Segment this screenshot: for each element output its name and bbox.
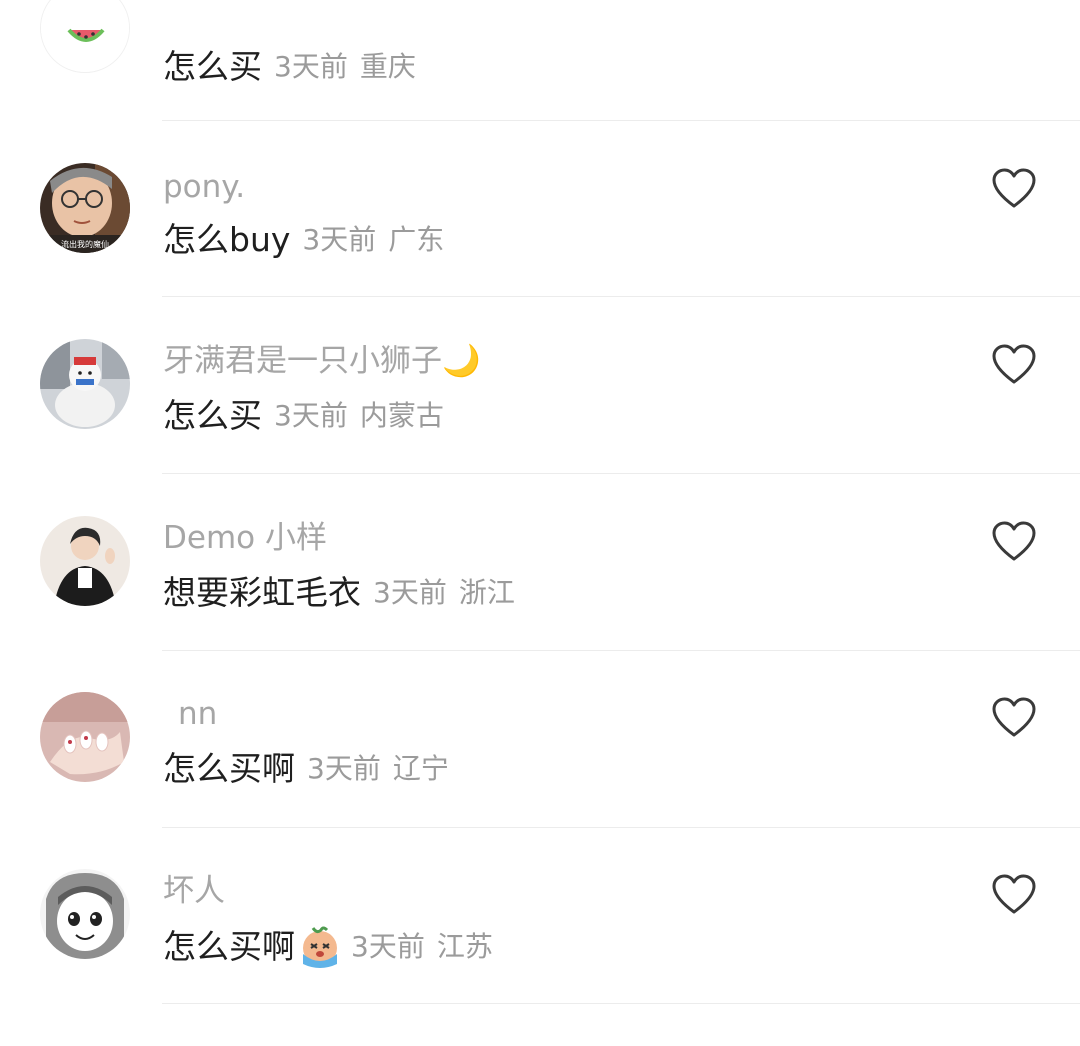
crying-face-emoji: [297, 924, 343, 970]
divider: [162, 1003, 1080, 1004]
comment-text-row: 想要彩虹毛衣 3天前 浙江: [163, 571, 515, 615]
comment-content: 怎么买: [163, 47, 262, 86]
comment-item[interactable]: 流出我的魔仙 pony. 怎么buy 3天前 广东: [0, 163, 1080, 340]
comment-meta: 3天前 江苏: [351, 925, 493, 969]
comment-meta: 3天前 重庆: [274, 45, 416, 89]
comment-time: 3天前: [307, 752, 381, 785]
comment-location: 辽宁: [392, 752, 449, 785]
comment-time: 3天前: [302, 223, 377, 256]
comment-username[interactable]: pony.: [163, 165, 245, 209]
comment-text-row: 怎么买 3天前 内蒙古: [163, 394, 444, 438]
comment-content: 怎么买啊: [163, 927, 295, 966]
watermelon-avatar[interactable]: [40, 0, 130, 73]
manga-girl-avatar[interactable]: [40, 869, 130, 959]
snowman-figure-avatar[interactable]: [40, 339, 130, 429]
heart-outline-icon[interactable]: [991, 168, 1037, 210]
divider: [162, 827, 1080, 828]
comment-location: 重庆: [359, 50, 416, 83]
comment-location: 内蒙古: [359, 399, 444, 432]
divider: [162, 120, 1080, 121]
divider: [162, 650, 1080, 651]
comment-time: 3天前: [351, 930, 425, 963]
elderly-man-glasses-avatar[interactable]: 流出我的魔仙: [40, 163, 130, 253]
comment-text-row: 怎么buy 3天前 广东: [163, 218, 444, 262]
person-black-coat-avatar[interactable]: [40, 516, 130, 606]
svg-text:流出我的魔仙: 流出我的魔仙: [61, 239, 109, 249]
heart-outline-icon[interactable]: [991, 344, 1037, 386]
comment-location: 江苏: [436, 930, 493, 963]
divider: [162, 473, 1080, 474]
comment-meta: 3天前 内蒙古: [274, 394, 444, 438]
comment-meta: 3天前 辽宁: [307, 747, 449, 791]
comment-content: 想要彩虹毛衣: [163, 573, 361, 612]
comment-location: 广东: [388, 223, 445, 256]
comment-time: 3天前: [274, 399, 348, 432]
comment-username[interactable]: 坏人: [163, 869, 225, 913]
comment-meta: 3天前 广东: [302, 218, 444, 262]
comment-time: 3天前: [274, 50, 348, 83]
heart-outline-icon[interactable]: [991, 521, 1037, 563]
comment-text-row: 怎么买啊 3天前 辽宁: [163, 747, 449, 791]
comment-item[interactable]: 坏人 怎么买啊 3天前 江苏: [0, 869, 1080, 1046]
heart-outline-icon[interactable]: [991, 874, 1037, 916]
comment-location: 浙江: [458, 576, 515, 609]
divider: [162, 296, 1080, 297]
comment-username[interactable]: 牙满君是一只小狮子🌙: [163, 339, 481, 383]
comment-content: 怎么buy: [163, 220, 291, 259]
comment-item[interactable]: 牙满君是一只小狮子🌙 怎么买 3天前 内蒙古: [0, 339, 1080, 516]
comment-text-row: 怎么买啊 3天前 江苏: [163, 924, 493, 970]
comment-item[interactable]: 怎么买 3天前 重庆: [0, 0, 1080, 160]
comment-item[interactable]: nn 怎么买啊 3天前 辽宁: [0, 692, 1080, 869]
comment-content: 怎么买: [163, 396, 262, 435]
comment-content: 怎么买啊: [163, 749, 295, 788]
comment-time: 3天前: [373, 576, 447, 609]
comment-username[interactable]: nn: [178, 692, 217, 736]
comment-item[interactable]: Demo 小样 想要彩虹毛衣 3天前 浙江: [0, 516, 1080, 693]
manicured-nails-avatar[interactable]: [40, 692, 130, 782]
heart-outline-icon[interactable]: [991, 697, 1037, 739]
comment-meta: 3天前 浙江: [373, 571, 515, 615]
comment-username[interactable]: Demo 小样: [163, 516, 327, 560]
comment-text-row: 怎么买 3天前 重庆: [163, 45, 416, 89]
